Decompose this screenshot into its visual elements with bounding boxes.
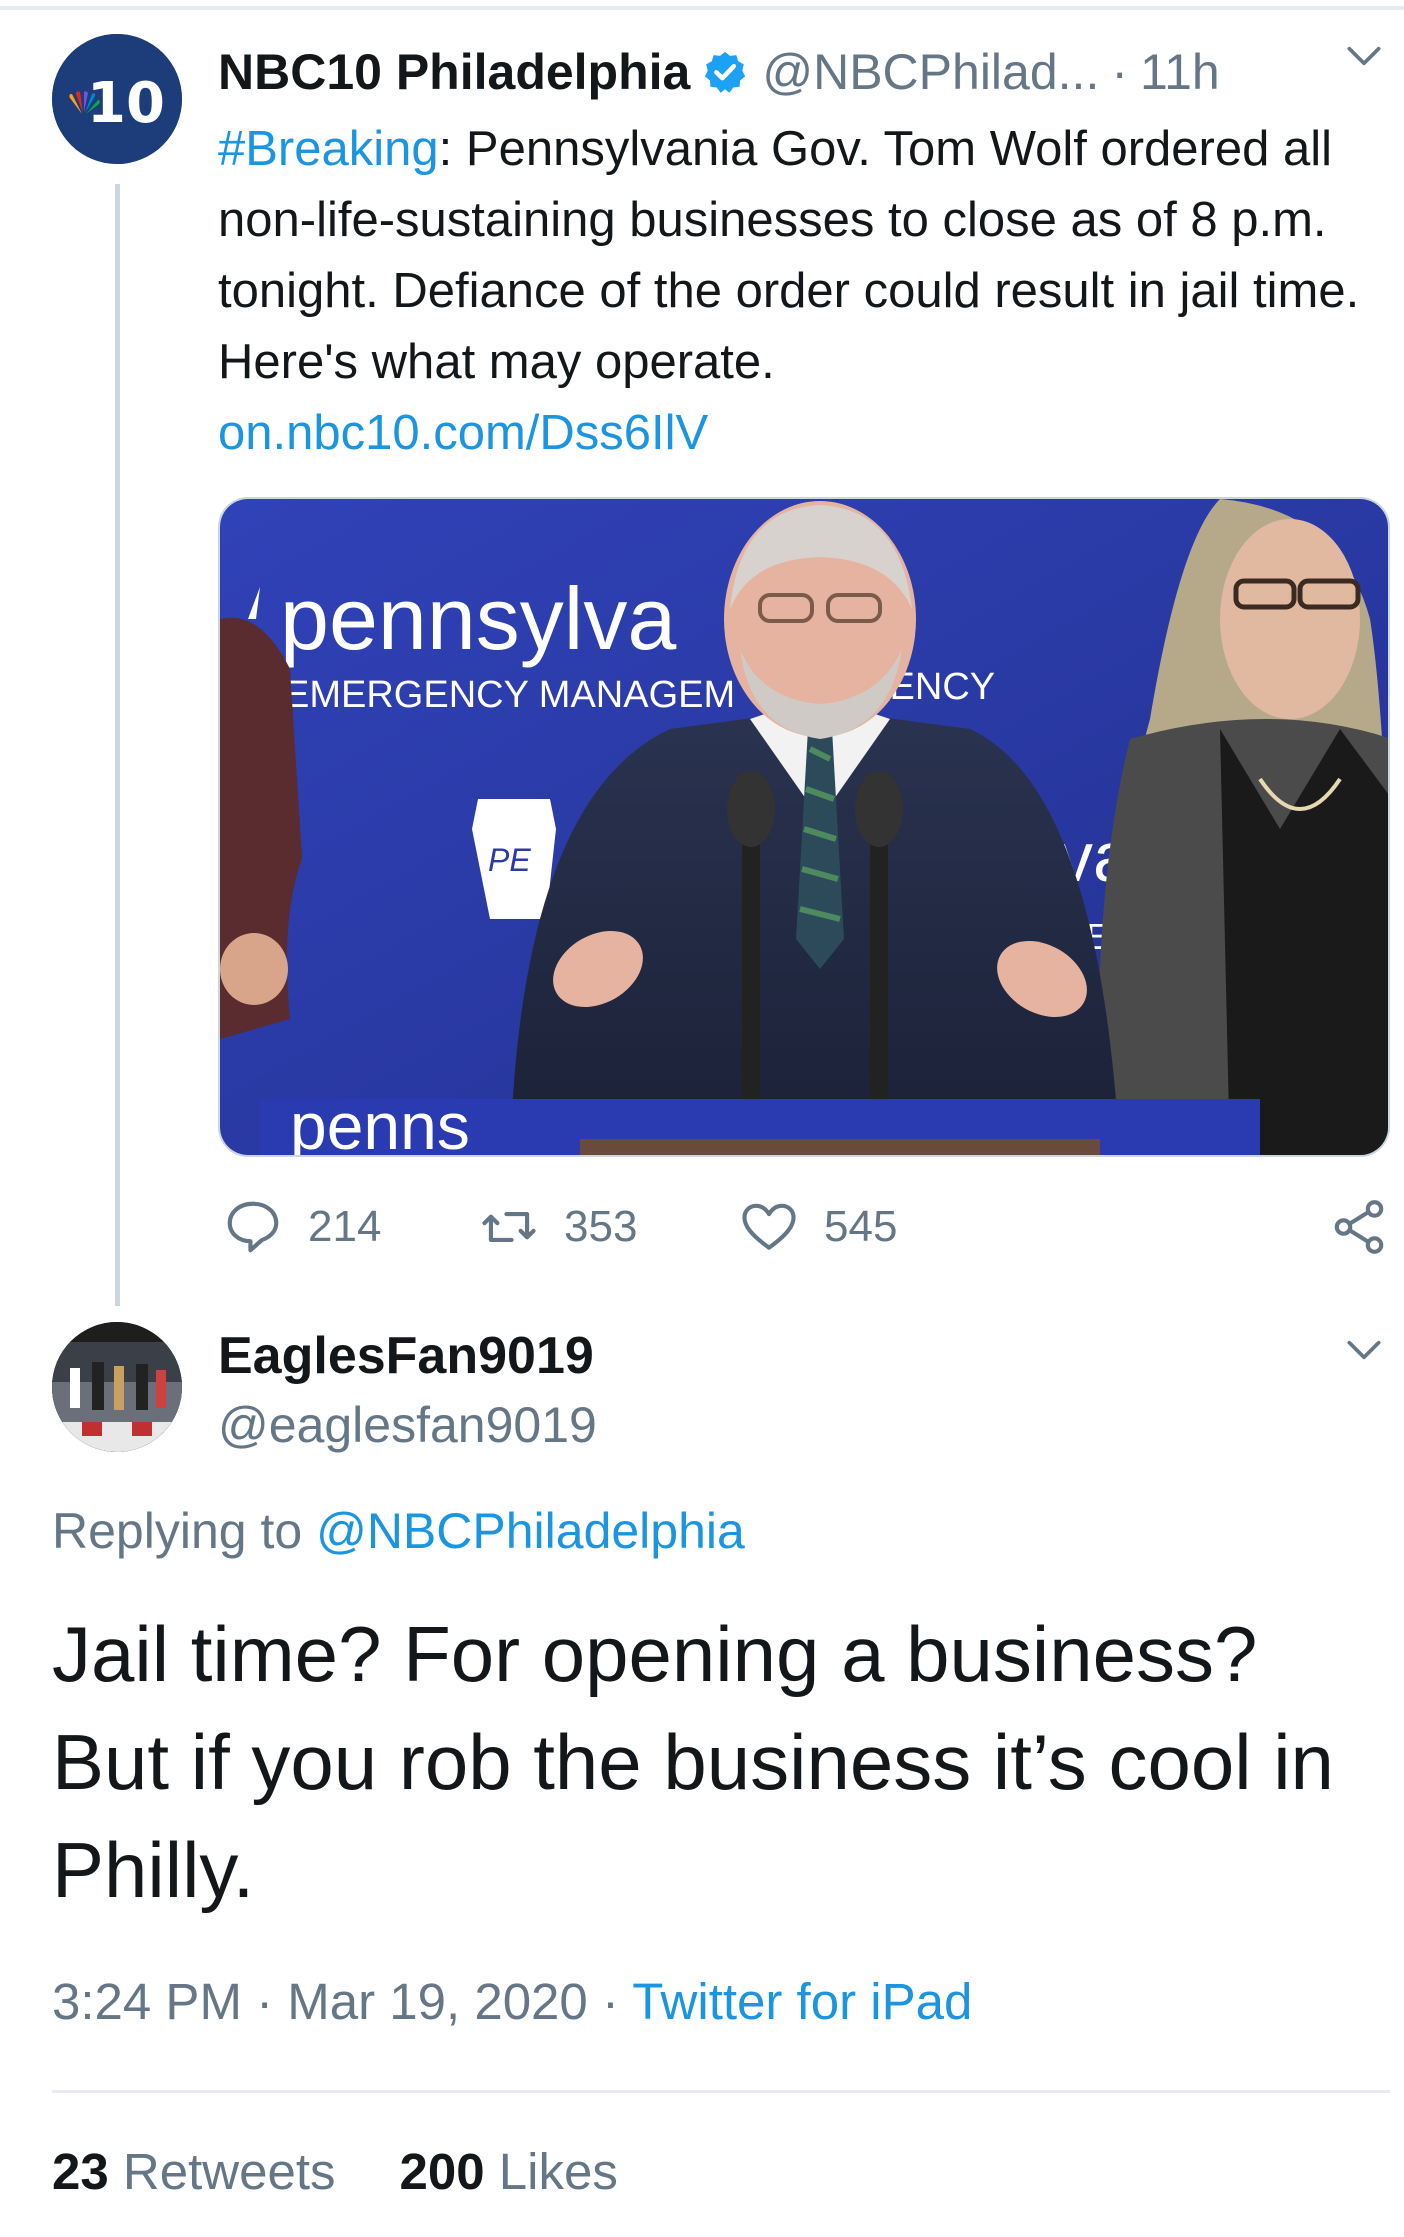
- eaglesfan-avatar[interactable]: [52, 1322, 182, 1452]
- share-button[interactable]: [1328, 1192, 1404, 1262]
- retweets-label: Retweets: [122, 2143, 336, 2200]
- author-handle[interactable]: @NBCPhilad...: [762, 43, 1099, 101]
- chevron-down-icon[interactable]: [1342, 1328, 1386, 1372]
- tweet-header: NBC10 Philadelphia @NBCPhilad... · 11h: [218, 40, 1220, 104]
- avatar-photo: [52, 1322, 182, 1452]
- avatar-number: 10: [87, 71, 165, 136]
- replying-mention-link[interactable]: @NBCPhiladelphia: [316, 1503, 745, 1559]
- likes-stat[interactable]: 200 Likes: [400, 2143, 618, 2200]
- reply-count: 214: [308, 1202, 382, 1251]
- article-link[interactable]: on.nbc10.com/Dss6IlV: [218, 398, 1378, 469]
- tweet-time[interactable]: 11h: [1140, 43, 1220, 101]
- backdrop-subtitle: EMERGENCY MANAGEM: [284, 674, 735, 716]
- retweet-button[interactable]: 353: [478, 1192, 637, 1262]
- nbc-peacock-icon: 10: [52, 34, 182, 164]
- chevron-down-icon[interactable]: [1342, 34, 1386, 78]
- meta-dot-1: ·: [256, 1973, 274, 2030]
- author-name[interactable]: NBC10 Philadelphia: [218, 43, 690, 101]
- retweet-count: 353: [564, 1202, 638, 1251]
- hashtag-link[interactable]: #Breaking: [218, 122, 439, 176]
- nbc10-avatar[interactable]: 10: [52, 34, 182, 164]
- retweets-count: 23: [52, 2143, 109, 2200]
- header-separator: ·: [1111, 44, 1128, 100]
- podium-text: penns: [290, 1089, 470, 1157]
- replying-to: Replying to @NBCPhiladelphia: [52, 1502, 745, 1560]
- backdrop-title: pennsylva: [280, 569, 676, 668]
- reply-button[interactable]: 214: [222, 1192, 381, 1262]
- reply-date: Mar 19, 2020: [287, 1973, 588, 2030]
- press-conference-photo: pennsylva EMERGENCY MANAGEM GENCY PE va …: [220, 499, 1388, 1157]
- meta-dot-2: ·: [601, 1973, 619, 2030]
- reply-text: Jail time? For opening a business? But i…: [52, 1610, 1334, 1914]
- tweet-action-bar: 214 353 545: [218, 1192, 1390, 1262]
- like-button[interactable]: 545: [738, 1192, 897, 1262]
- reply-author-handle[interactable]: @eaglesfan9019: [218, 1396, 597, 1454]
- seal-text: PE: [488, 842, 531, 878]
- top-divider: [0, 6, 1404, 10]
- thread-connector: [115, 184, 120, 1306]
- retweets-stat[interactable]: 23 Retweets: [52, 2143, 336, 2200]
- tweet-text: #Breaking: Pennsylvania Gov. Tom Wolf or…: [218, 114, 1378, 469]
- reply-stats: 23 Retweets 200 Likes: [52, 2142, 618, 2201]
- reply-author-name[interactable]: EaglesFan9019: [218, 1326, 594, 1386]
- reply-icon: [227, 1201, 279, 1253]
- likes-count: 200: [399, 2143, 485, 2200]
- share-icon: [1334, 1200, 1384, 1254]
- reply-metadata: 3:24 PM · Mar 19, 2020 · Twitter for iPa…: [52, 1972, 972, 2031]
- retweet-icon: [482, 1212, 536, 1242]
- stats-divider: [52, 2090, 1390, 2093]
- like-count: 545: [824, 1202, 898, 1251]
- reply-time: 3:24 PM: [52, 1973, 242, 2030]
- like-icon: [742, 1203, 796, 1250]
- replying-prefix: Replying to: [52, 1503, 303, 1559]
- verified-badge-icon: [705, 51, 746, 93]
- likes-label: Likes: [498, 2143, 618, 2200]
- reply-source-link[interactable]: Twitter for iPad: [632, 1973, 972, 2030]
- tweet-media-image[interactable]: pennsylva EMERGENCY MANAGEM GENCY PE va …: [218, 497, 1390, 1157]
